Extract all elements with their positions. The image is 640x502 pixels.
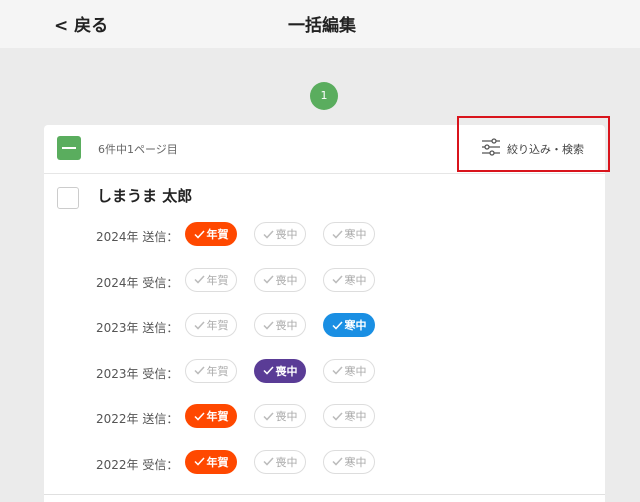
page-1-button[interactable]: 1	[310, 82, 338, 110]
check-icon	[331, 366, 343, 375]
check-icon	[193, 320, 205, 330]
status-tag-label: 年賀	[206, 364, 229, 378]
top-bar: < 戻る 一括編集	[0, 0, 640, 48]
status-tag-toggle[interactable]: 寒中	[323, 358, 375, 383]
status-tag-toggle[interactable]: 寒中	[323, 404, 375, 428]
check-icon	[262, 366, 274, 375]
status-tag-toggle[interactable]: 寒中	[323, 267, 375, 292]
status-row-label: 2024年 受信：	[96, 275, 179, 290]
annotation-highlight-box	[457, 116, 610, 172]
check-icon	[262, 320, 274, 330]
status-tag-label: 喪中	[275, 273, 298, 287]
status-tag-toggle[interactable]: 年賀	[185, 404, 237, 428]
status-tag-toggle[interactable]: 寒中	[323, 313, 375, 337]
status-row-label: 2022年 送信：	[96, 412, 179, 426]
status-row-label: 2023年 受信：	[96, 366, 179, 381]
status-tag-toggle[interactable]: 喪中	[254, 449, 306, 474]
status-tag-label: 寒中	[344, 228, 367, 241]
status-row-label: 2022年 受信：	[96, 457, 179, 472]
status-tag-toggle[interactable]: 年賀	[185, 267, 237, 292]
status-tag-toggle[interactable]: 寒中	[323, 222, 375, 246]
contact-checkbox[interactable]	[57, 187, 79, 209]
status-tag-label: 寒中	[344, 364, 367, 378]
check-icon	[193, 275, 205, 284]
check-icon	[193, 411, 205, 421]
check-icon	[262, 457, 274, 466]
divider	[44, 494, 605, 495]
check-icon	[262, 229, 274, 239]
status-tag-toggle[interactable]: 喪中	[254, 267, 306, 292]
check-icon	[331, 411, 343, 421]
check-icon	[193, 457, 205, 466]
status-tag-toggle[interactable]: 喪中	[254, 358, 306, 383]
status-tag-toggle[interactable]: 喪中	[254, 222, 306, 246]
status-tag-label: 年賀	[206, 410, 229, 423]
status-tag-label: 喪中	[275, 455, 298, 469]
contact-name: しまうま 太郎	[97, 187, 193, 205]
status-tag-label: 年賀	[206, 228, 229, 241]
check-icon	[331, 275, 343, 284]
page-title: 一括編集	[288, 16, 356, 36]
status-tag-toggle[interactable]: 喪中	[254, 404, 306, 428]
status-tag-toggle[interactable]: 喪中	[254, 313, 306, 337]
check-icon	[262, 275, 274, 284]
status-tag-toggle[interactable]: 年賀	[185, 449, 237, 474]
status-row-label: 2023年 送信：	[96, 321, 179, 335]
status-tag-toggle[interactable]: 寒中	[323, 449, 375, 474]
status-tag-label: 年賀	[206, 319, 229, 332]
status-tag-label: 寒中	[344, 319, 367, 332]
contact-list-card: 6件中1ページ目 絞り込み・検索 しまうま 太郎 2024年 送信： 年賀 喪中 寒中	[44, 125, 605, 502]
check-icon	[193, 229, 205, 239]
select-all-checkbox[interactable]	[57, 136, 81, 160]
status-tag-label: 喪中	[275, 364, 298, 378]
check-icon	[193, 366, 205, 375]
check-icon	[331, 320, 343, 330]
status-tag-toggle[interactable]: 年賀	[185, 313, 237, 337]
page-summary: 6件中1ページ目	[98, 143, 178, 156]
status-tag-label: 喪中	[275, 228, 298, 241]
check-icon	[331, 229, 343, 239]
status-tag-label: 年賀	[206, 273, 229, 287]
status-row-label: 2024年 送信：	[96, 230, 179, 244]
status-tag-label: 年賀	[206, 455, 229, 469]
status-tag-toggle[interactable]: 年賀	[185, 358, 237, 383]
status-tag-label: 喪中	[275, 319, 298, 332]
check-icon	[262, 411, 274, 421]
status-tag-label: 寒中	[344, 455, 367, 469]
status-tag-label: 喪中	[275, 410, 298, 423]
status-tag-toggle[interactable]: 年賀	[185, 222, 237, 246]
check-icon	[331, 457, 343, 466]
status-tag-label: 寒中	[344, 410, 367, 423]
status-tag-label: 寒中	[344, 273, 367, 287]
